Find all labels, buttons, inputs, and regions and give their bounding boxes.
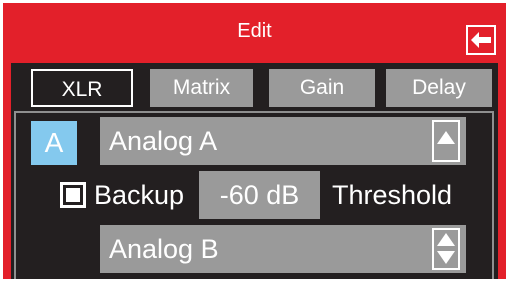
threshold-label: Threshold [332, 180, 453, 210]
backup-checkbox[interactable] [60, 182, 86, 208]
checkbox-check-mark [66, 188, 80, 202]
backup-source-scroll-button[interactable] [432, 228, 460, 270]
tab-xlr[interactable]: XLR [31, 69, 133, 107]
input-badge: A [31, 121, 77, 165]
threshold-value[interactable]: -60 dB [199, 171, 320, 219]
backup-label: Backup [94, 180, 185, 210]
edit-window: Edit XLR Matrix Gain Delay A Analog A Ba… [3, 3, 506, 279]
tab-gain[interactable]: Gain [269, 69, 375, 107]
backup-source-select[interactable]: Analog B [100, 225, 466, 273]
xlr-settings: A Analog A Backup -60 dB Threshold Analo [14, 111, 494, 279]
backup-source-value: Analog B [109, 234, 219, 264]
back-button[interactable] [466, 25, 496, 55]
triangle-up-icon [437, 131, 455, 144]
tab-matrix[interactable]: Matrix [150, 69, 253, 107]
backup-row: Backup -60 dB Threshold [16, 171, 492, 219]
tab-delay[interactable]: Delay [386, 69, 492, 107]
primary-source-value: Analog A [109, 126, 218, 156]
edit-panel: XLR Matrix Gain Delay A Analog A Backup … [11, 63, 498, 279]
triangle-up-down-icon [437, 233, 455, 264]
arrow-left-icon [471, 32, 491, 48]
primary-source-up-button[interactable] [432, 120, 460, 162]
window-title: Edit [237, 20, 272, 42]
primary-source-select[interactable]: Analog A [100, 117, 466, 165]
